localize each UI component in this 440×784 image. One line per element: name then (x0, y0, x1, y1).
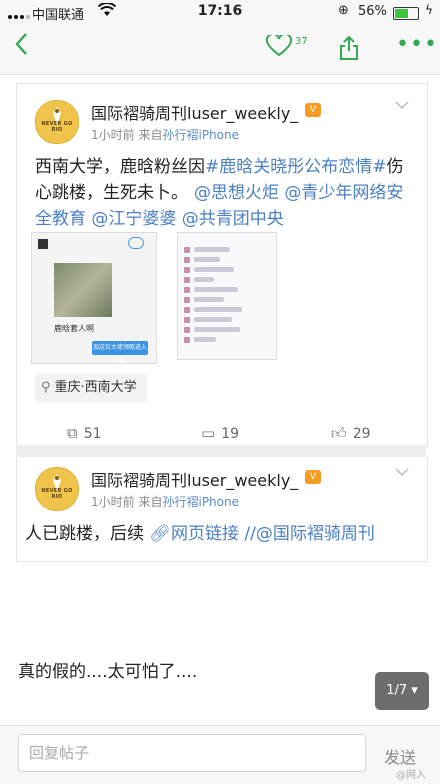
post-meta: 1小时前 来自孙行褶iPhone (91, 126, 239, 143)
like-count-post: 29 (352, 426, 371, 442)
vip-badge-icon: V (305, 470, 321, 484)
post-divider (16, 445, 426, 457)
post-text: 西南大学，鹿晗粉丝因 (35, 157, 205, 177)
page-selector[interactable]: 1/7 ▾ (375, 672, 429, 710)
mention-link[interactable]: //@国际褶骑周刊 (244, 524, 374, 544)
source-link[interactable]: 孙行褶iPhone (162, 495, 239, 509)
avatar[interactable]: NEVER GO RIO (35, 467, 79, 511)
image-thumbnail[interactable] (177, 232, 277, 360)
battery-icon (393, 7, 419, 20)
share-icon[interactable] (339, 35, 358, 60)
time-ago: 1小时前 (91, 495, 135, 509)
repost-count: 51 (83, 426, 102, 442)
chevron-left-icon[interactable] (14, 32, 28, 63)
like-button[interactable]: 👍︎ 29 (331, 424, 371, 443)
charging-icon: ϟ (425, 3, 433, 17)
battery-percent: 56% (358, 4, 387, 19)
comment-icon: ▭ (201, 424, 216, 442)
thumbs-up-icon: 👍︎ (331, 424, 347, 442)
location-pin-icon: ⚲ (41, 380, 51, 395)
location-tag[interactable]: ⚲ 重庆·西南大学 (35, 374, 147, 402)
time-ago: 1小时前 (91, 128, 135, 142)
photo-image (54, 263, 112, 317)
post-meta: 1小时前 来自孙行褶iPhone (91, 493, 239, 510)
username[interactable]: 国际褶骑周刊luser_weekly_ (91, 467, 298, 491)
comment-count: 19 (221, 426, 240, 442)
reply-bar: 发送 @网入 (0, 725, 440, 784)
repost-icon: ⧉ (67, 424, 78, 442)
like-count: 37 (295, 36, 308, 47)
thumb-caption: 鹿晗套人啊 (54, 324, 94, 333)
source-prefix: 来自 (138, 495, 163, 509)
watermark: @网入 (396, 770, 426, 781)
post-card: NEVER GO RIO 国际褶骑周刊luser_weekly_ V 1小时前 … (16, 457, 428, 562)
post-card: NEVER GO RIO 国际褶骑周刊luser_weekly_ V 1小时前 … (16, 83, 428, 447)
top-navigation-bar: 37 ••• (0, 26, 440, 75)
bubble-icon (128, 237, 144, 249)
send-button[interactable]: 发送 (384, 744, 416, 768)
chevron-down-icon[interactable] (395, 98, 409, 114)
image-thumbnail[interactable]: 鹿晗套人啊 加这位大佬领取进入门槛 (31, 232, 157, 364)
pixel-mosaic (38, 239, 48, 249)
web-link[interactable]: 网页链接 (171, 524, 239, 544)
hashtag-link[interactable]: #鹿晗关晓彤公布恋情# (205, 157, 387, 177)
rotation-lock-icon: ⊕ (338, 3, 349, 18)
thread-content: NEVER GO RIO 国际褶骑周刊luser_weekly_ V 1小时前 … (0, 75, 440, 725)
avatar[interactable]: NEVER GO RIO (35, 100, 79, 144)
more-dots-icon[interactable]: ••• (396, 32, 438, 57)
reply-input[interactable] (18, 734, 366, 772)
heart-icon[interactable] (265, 32, 293, 63)
status-bar: 中国联通 17:16 ⊕ 56% ϟ (0, 0, 440, 26)
source-prefix: 来自 (138, 128, 163, 142)
link-icon: 🔗︎ (149, 524, 171, 544)
location-label: 重庆·西南大学 (54, 380, 137, 395)
comment-text: 真的假的....太可怕了.... (18, 662, 198, 682)
post-body: 西南大学，鹿晗粉丝因#鹿晗关晓彤公布恋情#伤心跳楼，生死未卜。 @思想火炬 @青少… (35, 154, 415, 232)
post-text: 人已跳楼，后续 (25, 524, 144, 544)
post-body: 人已跳楼，后续 🔗︎网页链接 //@国际褶骑周刊 (25, 521, 425, 547)
repost-button[interactable]: ⧉ 51 (67, 424, 102, 442)
username[interactable]: 国际褶骑周刊luser_weekly_ (91, 100, 298, 124)
comment-button[interactable]: ▭ 19 (201, 424, 239, 442)
vip-badge-icon: V (305, 103, 321, 117)
thumb-button: 加这位大佬领取进入门槛 (92, 341, 148, 363)
source-link[interactable]: 孙行褶iPhone (162, 128, 239, 142)
chevron-down-icon[interactable] (395, 465, 409, 481)
